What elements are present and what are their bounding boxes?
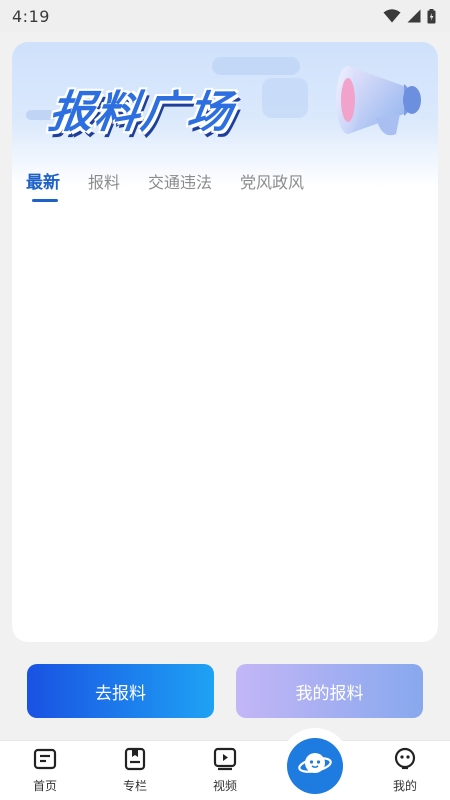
tab-bar: 最新 报料 交通违法 党风政风 [26,172,332,208]
tab-report[interactable]: 报料 [88,172,120,194]
tab-traffic-violation[interactable]: 交通违法 [148,172,212,194]
banner: 报料广场 [12,42,438,187]
go-report-button[interactable]: 去报料 [27,664,214,718]
main-card: 报料广场 最新 报料 交通违法 党风政风 [12,42,438,642]
nav-label: 专栏 [122,779,147,793]
tab-active-indicator [32,199,58,202]
nav-label: 首页 [32,779,57,793]
megaphone-icon [330,48,430,148]
status-icons [383,8,436,24]
tab-label: 报料 [88,173,121,192]
my-reports-button[interactable]: 我的报料 [236,664,423,718]
banner-title: 报料广场 [45,87,237,138]
tab-party-conduct[interactable]: 党风政风 [240,172,304,194]
status-bar: 4:19 [0,0,450,32]
bottom-nav: 首页 专栏 视频 我的 [0,740,450,800]
nav-label: 我的 [392,779,417,793]
center-mascot-button[interactable] [287,738,343,794]
wifi-icon [383,9,401,23]
robot-face-icon [393,747,417,771]
banner-decoration [262,78,308,118]
video-play-icon [213,747,237,771]
nav-item-home[interactable]: 首页 [15,747,75,794]
banner-decoration [212,57,300,75]
status-time: 4:19 [12,6,50,26]
nav-item-mine[interactable]: 我的 [375,747,435,794]
home-news-icon [33,747,57,771]
signal-icon [407,9,421,23]
battery-icon [427,8,436,24]
column-bookmark-icon [123,747,147,771]
nav-label: 视频 [212,779,237,793]
tab-label: 党风政风 [240,173,305,192]
tab-latest[interactable]: 最新 [26,172,60,202]
tab-label: 交通违法 [148,173,213,192]
planet-mascot-icon [297,748,333,784]
nav-item-video[interactable]: 视频 [195,747,255,794]
tab-label: 最新 [26,173,60,193]
nav-item-column[interactable]: 专栏 [105,747,165,794]
